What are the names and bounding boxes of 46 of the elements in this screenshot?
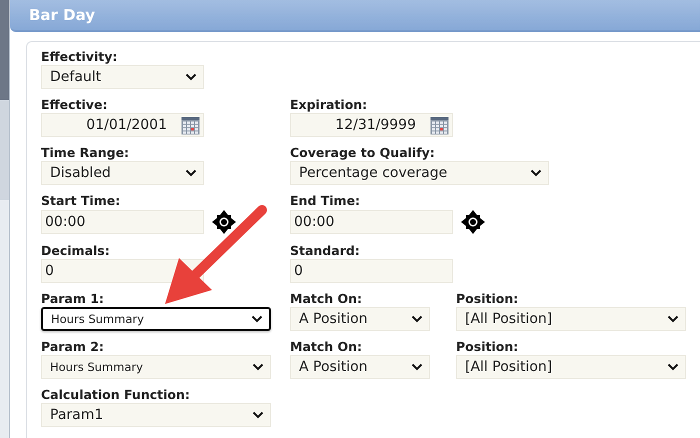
dropdown[interactable]: Percentage coverage [290,161,549,185]
date-field[interactable]: 12/31/9999 [290,113,453,137]
field-label: Position: [456,292,518,306]
dropdown[interactable]: Disabled [41,161,204,185]
chevron-icon [252,411,264,419]
diamond-icon[interactable] [211,209,237,235]
calendar-icon[interactable] [430,115,449,135]
window-title: Bar Day [29,5,96,24]
field-label: End Time: [290,194,360,208]
text-field[interactable]: 0 [290,259,453,283]
dropdown[interactable]: Default [41,65,204,89]
dropdown[interactable]: A Position [290,355,430,379]
dropdown[interactable]: Hours Summary [41,307,271,331]
time-field[interactable]: 00:00 [290,210,453,234]
field-label: Position: [456,340,518,354]
chevron-icon [411,363,423,371]
field-label: Expiration: [290,98,368,112]
field-label: Standard: [290,244,360,258]
chevron-icon [185,73,197,81]
chevron-icon [667,315,679,323]
chevron-icon [411,315,423,323]
field-label: Coverage to Qualify: [290,146,435,160]
field-label: Param 2: [41,340,104,354]
diamond-icon[interactable] [460,209,486,235]
chevron-icon [251,315,263,323]
field-label: Match On: [290,340,362,354]
field-label: Match On: [290,292,362,306]
date-field[interactable]: 01/01/2001 [41,113,204,137]
field-label: Time Range: [41,146,130,160]
chevron-icon [185,169,197,177]
field-label: Decimals: [41,244,110,258]
chevron-icon [667,363,679,371]
field-label: Calculation Function: [41,388,190,402]
field-label: Effective: [41,98,108,112]
field-label: Start Time: [41,194,120,208]
chevron-icon [530,169,542,177]
dropdown[interactable]: Param1 [41,403,271,427]
chevron-icon [252,363,264,371]
time-field[interactable]: 00:00 [41,210,204,234]
dropdown[interactable]: [All Position] [456,355,686,379]
dropdown[interactable]: A Position [290,307,430,331]
calendar-icon[interactable] [181,115,200,135]
field-label: Param 1: [41,292,104,306]
field-label: Effectivity: [41,50,118,64]
dropdown[interactable]: [All Position] [456,307,686,331]
dropdown[interactable]: Hours Summary [41,355,271,379]
